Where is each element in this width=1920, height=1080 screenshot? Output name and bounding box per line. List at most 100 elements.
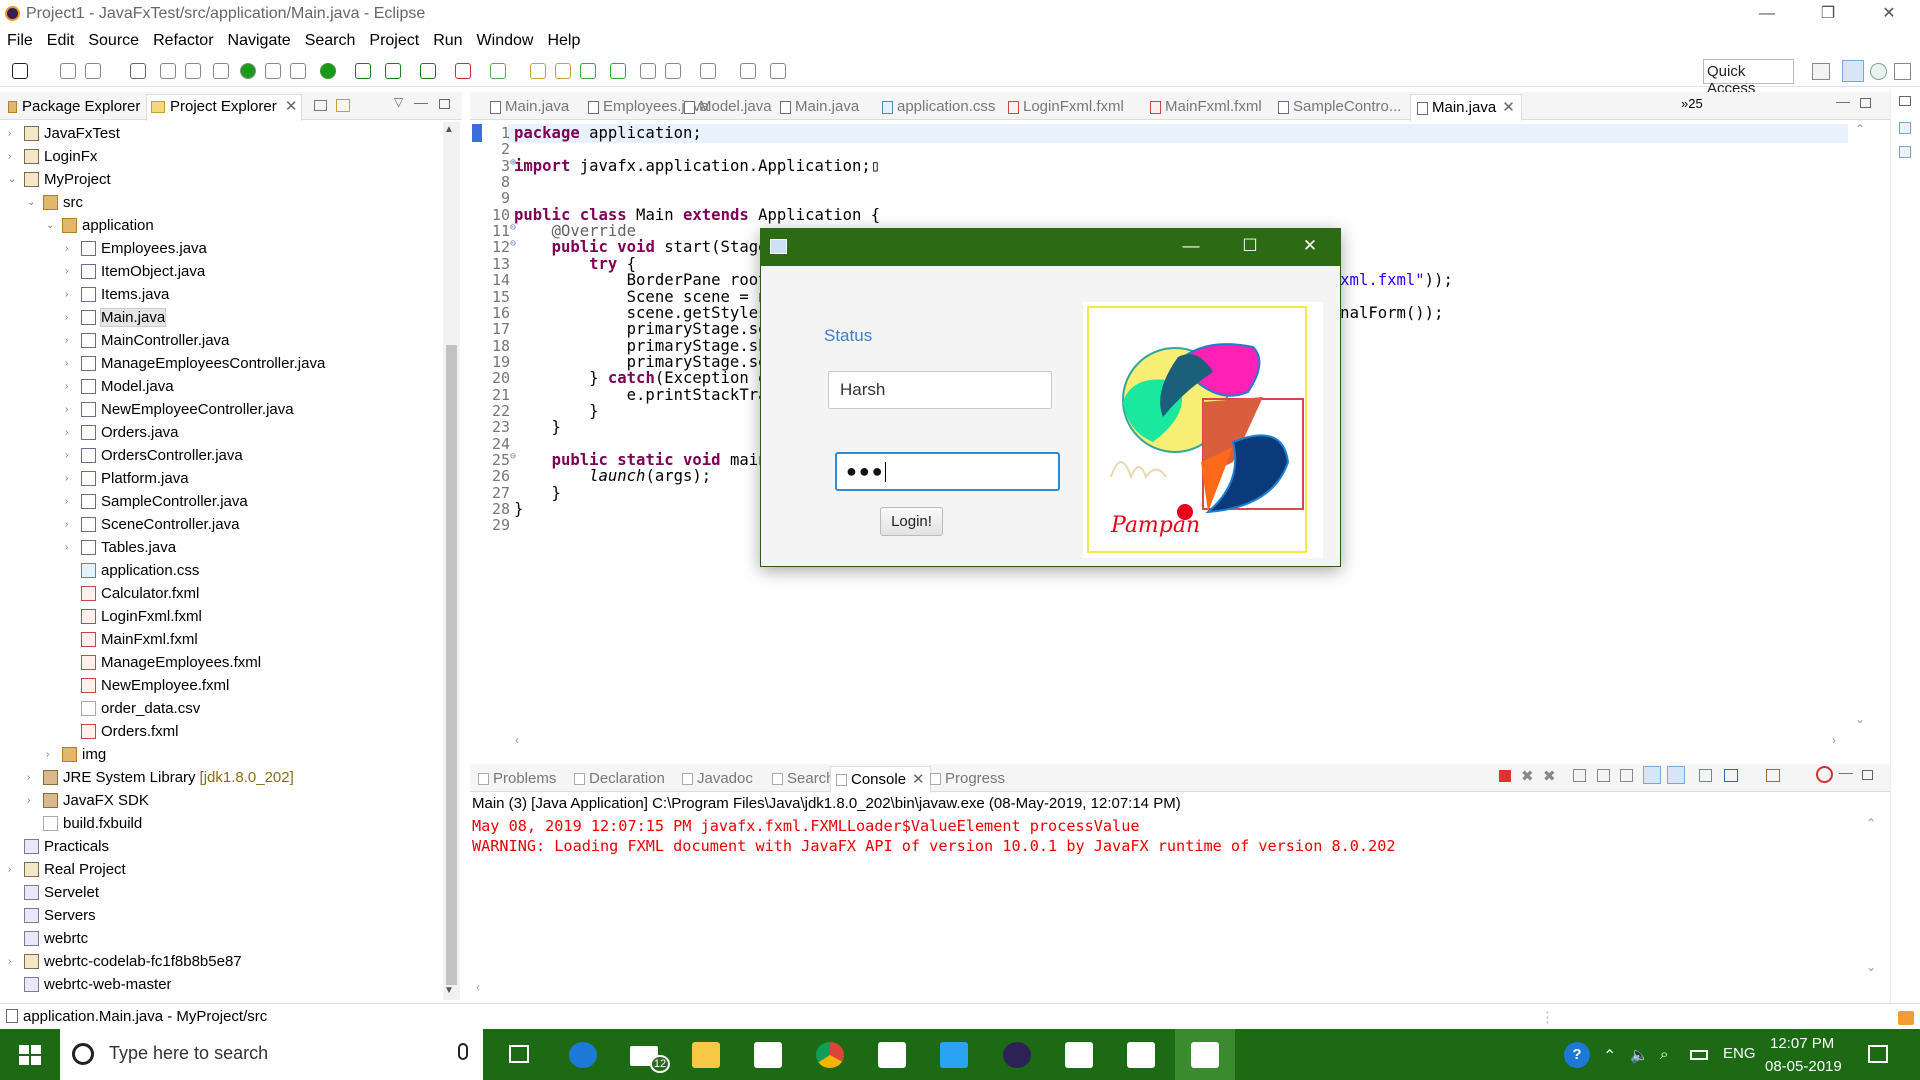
- chevron-right-icon[interactable]: ›: [65, 473, 77, 484]
- volume-icon[interactable]: 🔈: [1630, 1046, 1649, 1064]
- new-java-project-icon[interactable]: [355, 63, 371, 79]
- tab-overflow-button[interactable]: »25: [1681, 96, 1703, 111]
- tab-project-explorer[interactable]: Project Explorer ✕: [146, 94, 303, 121]
- battery-icon[interactable]: [1690, 1050, 1708, 1060]
- new-class-icon[interactable]: [420, 63, 436, 79]
- chevron-right-icon[interactable]: ›: [65, 427, 77, 438]
- tree-item[interactable]: Orders.fxml: [65, 720, 179, 743]
- minimize-editor-icon[interactable]: —: [1836, 93, 1850, 109]
- menu-item-project[interactable]: Project: [362, 29, 426, 53]
- tree-item[interactable]: › MainController.java: [65, 329, 229, 352]
- tree-item[interactable]: application.css: [65, 559, 199, 582]
- chevron-right-icon[interactable]: ›: [65, 243, 77, 254]
- coverage-icon[interactable]: [290, 63, 306, 79]
- tree-item[interactable]: › LoginFx: [8, 145, 97, 168]
- open-type-icon[interactable]: [455, 63, 471, 79]
- tab-search[interactable]: Search: [772, 770, 835, 787]
- notifications-icon[interactable]: [1868, 1045, 1888, 1063]
- save-icon[interactable]: [85, 63, 101, 79]
- chevron-right-icon[interactable]: ›: [65, 542, 77, 553]
- run-icon[interactable]: [240, 63, 256, 79]
- tree-item[interactable]: ManageEmployees.fxml: [65, 651, 261, 674]
- tree-item[interactable]: › ManageEmployeesController.java: [65, 352, 325, 375]
- menu-item-refactor[interactable]: Refactor: [146, 29, 220, 53]
- store-icon[interactable]: [754, 1042, 782, 1068]
- editor-tab[interactable]: Main.java: [490, 98, 569, 115]
- java-perspective-icon[interactable]: [1894, 63, 1911, 80]
- notification-icon[interactable]: [1898, 1011, 1914, 1025]
- debug-icon[interactable]: [213, 63, 229, 79]
- tree-item[interactable]: webrtc-web-master: [8, 973, 172, 996]
- java-app-icon[interactable]: [1065, 1042, 1093, 1068]
- tab-javadoc[interactable]: Javadoc: [682, 770, 753, 787]
- language-indicator[interactable]: ENG: [1723, 1045, 1756, 1062]
- tree-item[interactable]: › JRE System Library [jdk1.8.0_202]: [27, 766, 294, 789]
- tree-item[interactable]: › Orders.java: [65, 421, 179, 444]
- close-tab-icon[interactable]: ✕: [1502, 99, 1515, 116]
- terminate-icon[interactable]: [1499, 770, 1511, 782]
- tree-item[interactable]: Servelet: [8, 881, 99, 904]
- open-console-icon[interactable]: [1766, 769, 1780, 782]
- editor-tab[interactable]: Model.java: [684, 98, 772, 115]
- microphone-icon[interactable]: [458, 1043, 468, 1060]
- clock-date[interactable]: 08-05-2019: [1765, 1058, 1842, 1075]
- menu-item-navigate[interactable]: Navigate: [221, 29, 298, 53]
- close-tab-icon[interactable]: ✕: [285, 98, 298, 115]
- view-menu-icon[interactable]: ▽: [394, 95, 403, 109]
- chevron-right-icon[interactable]: ›: [65, 450, 77, 461]
- new-package-icon[interactable]: [385, 63, 401, 79]
- chevron-right-icon[interactable]: ›: [8, 128, 20, 139]
- tree-item[interactable]: › ItemObject.java: [65, 260, 205, 283]
- file-explorer-icon[interactable]: [692, 1042, 720, 1068]
- chevron-right-icon[interactable]: ›: [65, 266, 77, 277]
- tree-item[interactable]: › Employees.java: [65, 237, 207, 260]
- tree-item[interactable]: Calculator.fxml: [65, 582, 199, 605]
- chevron-down-icon[interactable]: ⌄: [46, 220, 58, 231]
- menu-item-help[interactable]: Help: [540, 29, 587, 53]
- tree-item[interactable]: ⌄ src: [27, 191, 83, 214]
- quick-access-field[interactable]: Quick Access: [1703, 59, 1794, 97]
- tree-item[interactable]: › OrdersController.java: [65, 444, 243, 467]
- clear-console-icon[interactable]: [1573, 769, 1586, 782]
- external-tools-icon[interactable]: [320, 63, 336, 79]
- menu-item-run[interactable]: Run: [426, 29, 469, 53]
- dialog-close-button[interactable]: ✕: [1287, 228, 1333, 266]
- collapse-all-icon[interactable]: [314, 100, 327, 111]
- next-annotation-icon[interactable]: [555, 63, 571, 79]
- tree-item[interactable]: › img: [46, 743, 106, 766]
- new-wizard-icon[interactable]: [60, 63, 76, 79]
- taskbar-search-box[interactable]: Type here to search: [60, 1029, 483, 1080]
- previous-annotation-icon[interactable]: [580, 63, 596, 79]
- chevron-right-icon[interactable]: ›: [65, 381, 77, 392]
- chevron-right-icon[interactable]: ›: [65, 358, 77, 369]
- tree-item[interactable]: › JavaFX SDK: [27, 789, 149, 812]
- maximize-editor-icon[interactable]: [1860, 98, 1871, 108]
- chevron-up-icon[interactable]: ⌃: [1603, 1046, 1616, 1066]
- chevron-right-icon[interactable]: ›: [65, 519, 77, 530]
- menu-item-window[interactable]: Window: [470, 29, 541, 53]
- chevron-down-icon[interactable]: ⌄: [8, 174, 20, 185]
- properties-icon[interactable]: [185, 63, 201, 79]
- open-perspective-icon[interactable]: [1812, 63, 1830, 80]
- editor-tab[interactable]: LoginFxml.fxml: [1008, 98, 1124, 115]
- chevron-right-icon[interactable]: ›: [27, 772, 39, 783]
- console-scroll-up-icon[interactable]: ⌃: [1866, 816, 1876, 830]
- chevron-down-icon[interactable]: ⌄: [27, 197, 39, 208]
- search-icon[interactable]: [490, 63, 506, 79]
- start-button[interactable]: [19, 1045, 41, 1065]
- editor-tab[interactable]: Main.java ✕: [1410, 94, 1522, 121]
- open-task-icon[interactable]: [530, 63, 546, 79]
- new-icon[interactable]: [12, 63, 28, 79]
- help-icon[interactable]: ?: [1564, 1042, 1590, 1068]
- show-on-error-icon[interactable]: [1667, 766, 1685, 784]
- chevron-right-icon[interactable]: ›: [8, 151, 20, 162]
- tree-item[interactable]: ⌄ MyProject: [8, 168, 111, 191]
- display-console-icon[interactable]: [1724, 769, 1738, 782]
- restore-icon[interactable]: [1899, 96, 1911, 106]
- chrome-icon[interactable]: [816, 1042, 844, 1068]
- tree-item[interactable]: › JavaFxTest: [8, 122, 120, 145]
- maximize-view-icon[interactable]: [439, 99, 450, 109]
- chevron-right-icon[interactable]: ›: [65, 289, 77, 300]
- editor-tab[interactable]: SampleContro...: [1278, 98, 1401, 115]
- restore-button[interactable]: ❐: [1805, 0, 1851, 29]
